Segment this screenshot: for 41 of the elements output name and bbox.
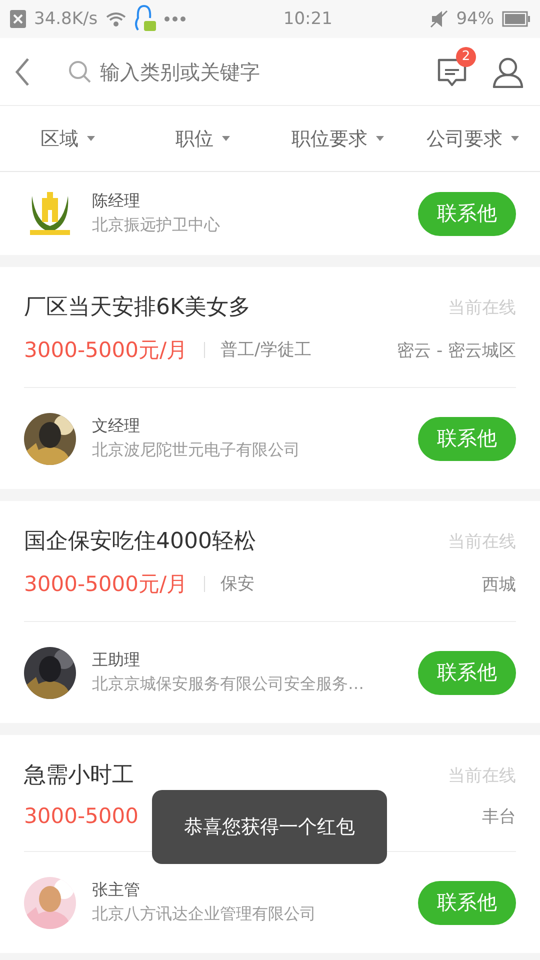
job-title: 厂区当天安排6K美女多 <box>24 294 252 322</box>
job-location: 西城 <box>481 574 516 596</box>
back-icon[interactable] <box>14 56 30 86</box>
search-field[interactable]: 输入类别或关键字 <box>100 60 320 84</box>
contact-name: 文经理 <box>92 416 141 437</box>
company-name: 北京波尼陀世元电子有限公司 <box>92 440 301 461</box>
toast-message: 恭喜您获得一个红包 <box>184 815 355 840</box>
filter-dropdown[interactable]: 职位要求 <box>270 126 405 152</box>
unread-badge: 2 <box>456 46 476 66</box>
job-location: 丰台 <box>481 806 516 828</box>
job-title: 国企保安吃住4000轻松 <box>24 528 257 556</box>
battery-icon <box>502 11 530 27</box>
caret-icon <box>86 136 94 141</box>
clock: 10:21 <box>282 9 334 29</box>
salary: 3000-5000元/月 <box>24 571 188 598</box>
job-title: 急需小时工 <box>24 762 135 790</box>
filter-dropdown[interactable]: 职位 <box>135 126 270 152</box>
wifi-icon <box>106 11 126 27</box>
job-category: 普工/学徒工 <box>204 342 312 358</box>
filter-dropdown[interactable]: 区域 <box>0 126 135 152</box>
contact-name: 王助理 <box>92 650 141 671</box>
mute-icon <box>430 10 448 28</box>
contact-name: 陈经理 <box>92 191 141 212</box>
search-icon <box>68 60 92 84</box>
company-name: 北京八方讯达企业管理有限公司 <box>92 904 317 925</box>
company-name: 北京京城保安服务有限公司安全服务… <box>92 674 365 695</box>
network-speed: 34.8K/s <box>34 9 98 29</box>
more-icon <box>164 16 186 22</box>
company-name: 北京振远护卫中心 <box>92 215 221 236</box>
job-category: 保安 <box>204 576 255 592</box>
battery-percent: 94% <box>456 9 494 29</box>
user-icon[interactable] <box>492 56 524 88</box>
caret-icon <box>510 136 518 141</box>
job-location: 密云 - 密云城区 <box>397 340 516 362</box>
filter-dropdown[interactable]: 公司要求 <box>405 126 540 152</box>
salary: 3000-5000元/月 <box>24 337 188 364</box>
notification-icon <box>10 10 26 28</box>
salary: 3000-5000 <box>24 804 138 828</box>
caret-icon <box>376 136 384 141</box>
caret-icon <box>222 136 230 141</box>
contact-name: 张主管 <box>92 880 141 901</box>
